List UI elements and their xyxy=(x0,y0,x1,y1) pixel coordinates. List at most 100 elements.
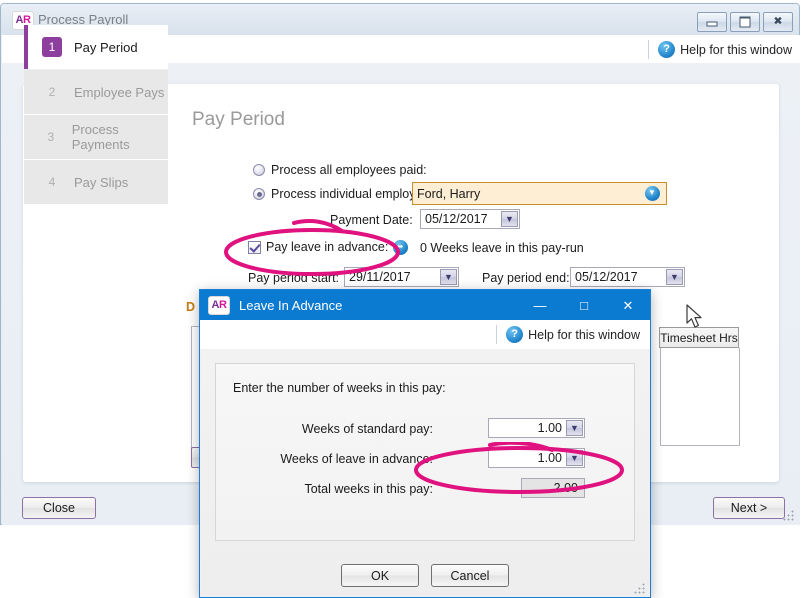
maximize-button[interactable] xyxy=(730,12,760,32)
chevron-down-icon[interactable]: ▼ xyxy=(566,450,583,466)
circular-arrow-icon[interactable]: ➦ xyxy=(392,239,408,255)
circular-arrow-glyph: ➦ xyxy=(392,239,408,255)
step-number: 1 xyxy=(42,37,62,57)
chevron-down-icon[interactable]: ▼ xyxy=(644,185,660,201)
ok-button-label: OK xyxy=(370,568,390,583)
help-label: Help for this window xyxy=(680,42,792,57)
ok-button[interactable]: OK xyxy=(341,564,419,587)
leave-in-pay-run-summary: 0 Weeks leave in this pay-run xyxy=(420,241,584,255)
pay-period-start-label-wrap: Pay period start: xyxy=(248,271,339,285)
payment-date-label: Payment Date: xyxy=(330,213,413,227)
dialog-body: Enter the number of weeks in this pay: W… xyxy=(201,349,649,597)
dialog-close-button[interactable]: ✕ xyxy=(606,290,650,320)
chevron-down-icon[interactable]: ▼ xyxy=(666,269,683,285)
dialog-help-label: Help for this window xyxy=(528,327,640,342)
dialog-help-bar: ? Help for this window xyxy=(200,320,650,349)
step-label: Process Payments xyxy=(71,122,130,152)
timesheet-hrs-tab[interactable]: Timesheet Hrs xyxy=(659,327,739,348)
minimize-icon: — xyxy=(533,297,547,313)
pay-period-end-label-wrap: Pay period end: xyxy=(482,271,570,285)
dialog-help-link[interactable]: ? Help for this window xyxy=(496,325,640,344)
cancel-button-label: Cancel xyxy=(450,568,490,583)
total-weeks-value-field: 2.00 xyxy=(521,478,585,498)
sidebar-item-pay-slips[interactable]: 4 Pay Slips xyxy=(24,160,168,204)
dialog-window-controls: — □ ✕ xyxy=(518,290,650,320)
next-button-label: Next > xyxy=(730,501,768,515)
total-weeks-label: Total weeks in this pay: xyxy=(304,482,433,496)
app-logo-icon: AR xyxy=(208,295,230,315)
step-number: 4 xyxy=(48,175,56,189)
pay-period-start-value: 29/11/2017 xyxy=(349,270,411,284)
leave-summary-wrap: 0 Weeks leave in this pay-run xyxy=(420,241,584,255)
step-label: Employee Pays xyxy=(74,84,165,100)
pay-period-end-label: Pay period end: xyxy=(482,271,570,285)
close-button-label: Close xyxy=(43,501,75,515)
dropdown-circle-icon: ▼ xyxy=(644,185,660,201)
minimize-icon xyxy=(706,21,718,27)
step-label: Pay Slips xyxy=(74,174,129,190)
step-number: 2 xyxy=(48,85,56,99)
step-label: Pay Period xyxy=(74,39,138,55)
payment-date-field[interactable]: 05/12/2017 ▼ xyxy=(420,209,520,229)
sidebar-item-pay-period[interactable]: 1 Pay Period xyxy=(24,25,168,69)
dialog-button-bar: OK Cancel xyxy=(201,564,649,587)
dialog-title: Leave In Advance xyxy=(239,297,343,313)
weeks-standard-pay-field[interactable]: 1.00 ▼ xyxy=(488,418,585,438)
close-icon: ✕ xyxy=(622,297,634,313)
radio-individual-employee-label: Process individual employee: xyxy=(271,187,433,201)
pay-period-start-field[interactable]: 29/11/2017 ▼ xyxy=(344,267,459,287)
radio-individual-employee-row[interactable]: Process individual employee: xyxy=(253,187,433,201)
close-icon: ✖ xyxy=(773,15,783,28)
question-mark-icon: ? xyxy=(658,41,676,58)
next-button[interactable]: Next > xyxy=(713,497,785,519)
maximize-icon: □ xyxy=(580,297,588,313)
step-number: 3 xyxy=(47,130,55,144)
weeks-standard-pay-label: Weeks of standard pay: xyxy=(301,422,433,436)
maximize-icon xyxy=(739,16,751,28)
sidebar-item-process-payments[interactable]: 3 Process Payments xyxy=(24,115,168,159)
total-weeks-value: 2.00 xyxy=(553,481,578,495)
leave-in-advance-dialog: AR Leave In Advance — □ ✕ ? Help for thi… xyxy=(199,289,651,598)
minimize-button[interactable] xyxy=(697,12,727,32)
dialog-intro-text: Enter the number of weeks in this pay: xyxy=(233,381,446,395)
page-title: Pay Period xyxy=(192,109,285,130)
screen: AR Process Payroll ✖ ? Help for this win… xyxy=(0,0,804,598)
weeks-leave-advance-row: Weeks of leave in advance: xyxy=(241,452,443,466)
payment-date-value: 05/12/2017 xyxy=(425,212,488,226)
weeks-standard-pay-row: Weeks of standard pay: xyxy=(241,422,443,436)
dialog-titlebar: AR Leave In Advance — □ ✕ xyxy=(200,290,650,320)
dialog-minimize-button[interactable]: — xyxy=(518,290,562,320)
weeks-leave-advance-label: Weeks of leave in advance: xyxy=(280,452,433,466)
main-resize-grip[interactable] xyxy=(783,509,795,521)
wizard-steps: 1 Pay Period 2 Employee Pays 3 Process P… xyxy=(24,25,168,205)
pay-leave-in-advance-checkbox[interactable] xyxy=(248,240,261,254)
radio-all-employees-label: Process all employees paid: xyxy=(271,163,427,177)
pay-leave-in-advance-row[interactable]: Pay leave in advance: xyxy=(248,240,388,254)
employee-select[interactable]: Ford, Harry ▼ xyxy=(412,182,667,205)
dialog-resize-grip[interactable] xyxy=(634,582,646,594)
pay-leave-in-advance-label: Pay leave in advance: xyxy=(266,240,389,254)
chevron-down-icon[interactable]: ▼ xyxy=(440,269,457,285)
timesheet-hrs-label: Timesheet Hrs xyxy=(660,330,738,345)
radio-all-employees-row[interactable]: Process all employees paid: xyxy=(253,163,427,177)
weeks-leave-advance-field[interactable]: 1.00 ▼ xyxy=(488,448,585,468)
pay-period-end-value: 05/12/2017 xyxy=(575,270,638,284)
sidebar-item-employee-pays[interactable]: 2 Employee Pays xyxy=(24,70,168,114)
chevron-down-icon[interactable]: ▼ xyxy=(566,420,583,436)
help-for-this-window-link[interactable]: ? Help for this window xyxy=(648,40,792,59)
close-button[interactable]: ✖ xyxy=(763,12,793,32)
close-button-footer[interactable]: Close xyxy=(22,497,96,519)
payment-date-label-wrap: Payment Date: xyxy=(330,213,413,227)
radio-all-employees[interactable] xyxy=(253,164,265,176)
timesheet-hrs-panel xyxy=(660,348,740,446)
cancel-button[interactable]: Cancel xyxy=(431,564,509,587)
dialog-maximize-button[interactable]: □ xyxy=(562,290,606,320)
pay-period-start-label: Pay period start: xyxy=(248,271,340,285)
question-mark-icon: ? xyxy=(506,326,524,343)
occluded-section-label: D xyxy=(186,300,196,314)
window-controls: ✖ xyxy=(697,12,793,32)
radio-individual-employee[interactable] xyxy=(253,188,265,200)
employee-select-value: Ford, Harry xyxy=(417,186,481,201)
pay-period-end-field[interactable]: 05/12/2017 ▼ xyxy=(570,267,685,287)
chevron-down-icon[interactable]: ▼ xyxy=(501,211,518,227)
